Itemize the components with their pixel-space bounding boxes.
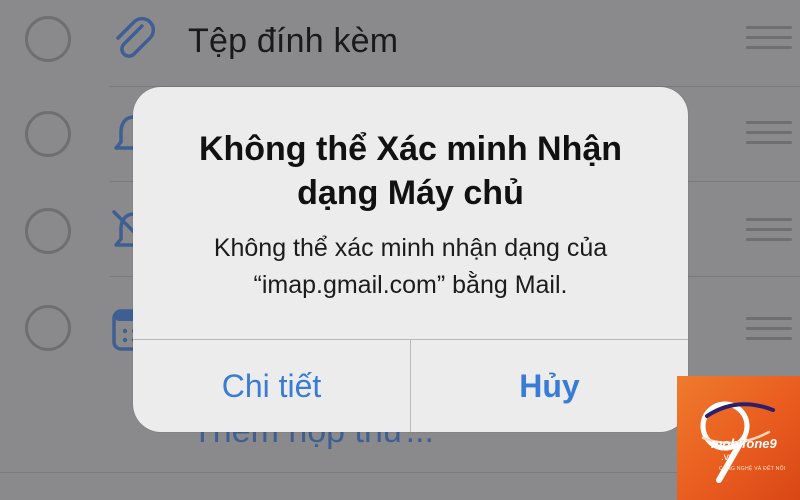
logo-brand-text: mobifone9 <box>711 436 777 451</box>
logo-domain-text: .vn <box>721 452 735 463</box>
selection-radio[interactable] <box>25 111 71 157</box>
alert-title: Không thể Xác minh Nhận dạng Máy chủ <box>198 130 623 212</box>
list-item-label: Tệp đính kèm <box>188 22 399 60</box>
reorder-handle-icon[interactable] <box>746 121 792 147</box>
logo-tagline: CÔNG NGHỆ VÀ ĐẾT NỐI <box>719 466 786 472</box>
selection-radio[interactable] <box>25 208 71 254</box>
selection-radio[interactable] <box>25 305 71 351</box>
cancel-button[interactable]: Hủy <box>411 340 688 432</box>
reorder-handle-icon[interactable] <box>746 218 792 244</box>
list-item-attachments[interactable]: Tệp đính kèm <box>0 0 800 87</box>
details-button[interactable]: Chi tiết <box>133 340 410 432</box>
alert-dialog: Không thể Xác minh Nhận dạng Máy chủ Khô… <box>133 87 688 432</box>
mobifone9-logo: mobifone9 .vn CÔNG NGHỆ VÀ ĐẾT NỐI <box>677 376 800 500</box>
paperclip-icon <box>116 16 156 58</box>
reorder-handle-icon[interactable] <box>746 26 792 52</box>
alert-message: Không thể xác minh nhận dạng của “imap.g… <box>213 234 608 299</box>
reorder-handle-icon[interactable] <box>746 317 792 343</box>
selection-radio[interactable] <box>25 16 71 62</box>
